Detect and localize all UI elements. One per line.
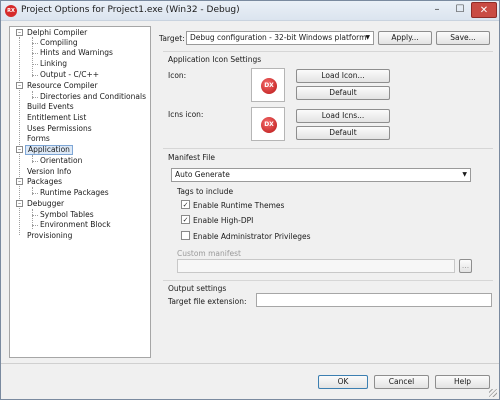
- tree-item-orientation[interactable]: Orientation: [38, 156, 84, 166]
- tree-item-uses-permissions[interactable]: Uses Permissions: [25, 124, 94, 134]
- default-icon-button[interactable]: Default: [296, 86, 390, 100]
- admin-privileges-label: Enable Administrator Privileges: [193, 232, 311, 241]
- manifest-title: Manifest File: [168, 153, 215, 162]
- target-select-value: Debug configuration - 32-bit Windows pla…: [190, 33, 367, 42]
- collapse-toggle[interactable]: –: [16, 178, 23, 185]
- target-ext-label: Target file extension:: [168, 297, 247, 306]
- load-icon-button[interactable]: Load Icon...: [296, 69, 390, 83]
- ok-button[interactable]: OK: [318, 375, 368, 389]
- tree-item-entitlement-list[interactable]: Entitlement List: [25, 113, 88, 123]
- default-icns-button[interactable]: Default: [296, 126, 390, 140]
- manifest-mode-select[interactable]: Auto Generate ▼: [171, 168, 471, 182]
- tree-item-provisioning[interactable]: Provisioning: [25, 231, 74, 241]
- tree-item-directories-conditionals[interactable]: Directories and Conditionals: [38, 92, 148, 102]
- tree-item-forms[interactable]: Forms: [25, 134, 52, 144]
- options-tree[interactable]: – Delphi Compiler Compiling Hints and Wa…: [9, 26, 151, 358]
- target-select[interactable]: Debug configuration - 32-bit Windows pla…: [186, 31, 374, 45]
- tree-item-delphi-compiler[interactable]: Delphi Compiler: [25, 28, 89, 38]
- title-bar[interactable]: RX Project Options for Project1.exe (Win…: [1, 1, 499, 21]
- high-dpi-label: Enable High-DPI: [193, 216, 254, 225]
- target-label: Target:: [159, 34, 185, 43]
- icns-preview: DX: [251, 107, 285, 141]
- collapse-toggle[interactable]: –: [16, 200, 23, 207]
- dropdown-arrow-icon: ▼: [462, 171, 467, 178]
- tree-item-output-cpp[interactable]: Output - C/C++: [38, 70, 101, 80]
- tree-item-resource-compiler[interactable]: Resource Compiler: [25, 81, 100, 91]
- app-icon: RX: [5, 5, 17, 17]
- app-icon-preview: DX: [261, 78, 277, 94]
- tree-item-packages[interactable]: Packages: [25, 177, 64, 187]
- tree-item-runtime-packages[interactable]: Runtime Packages: [38, 188, 111, 198]
- browse-manifest-button[interactable]: ...: [459, 259, 472, 273]
- output-settings-title: Output settings: [168, 284, 227, 293]
- section-divider: [163, 280, 493, 281]
- runtime-themes-checkbox[interactable]: ✓: [181, 200, 190, 209]
- minimize-button[interactable]: –: [426, 2, 448, 18]
- tree-item-build-events[interactable]: Build Events: [25, 102, 76, 112]
- help-button[interactable]: Help: [435, 375, 490, 389]
- section-divider: [163, 148, 493, 149]
- maximize-button[interactable]: ☐: [449, 2, 471, 18]
- collapse-toggle[interactable]: –: [16, 146, 23, 153]
- custom-manifest-input[interactable]: [177, 259, 455, 273]
- icon-preview: DX: [251, 68, 285, 102]
- tree-line: [32, 209, 33, 229]
- admin-privileges-checkbox[interactable]: [181, 231, 190, 240]
- icon-settings-title: Application Icon Settings: [168, 55, 262, 64]
- close-button[interactable]: ✕: [471, 2, 497, 18]
- load-icns-button[interactable]: Load Icns...: [296, 109, 390, 123]
- window-title: Project Options for Project1.exe (Win32 …: [21, 5, 240, 15]
- footer: OK Cancel Help: [1, 364, 499, 399]
- tree-item-debugger[interactable]: Debugger: [25, 199, 66, 209]
- icon-label: Icon:: [168, 71, 187, 80]
- icns-label: Icns icon:: [168, 110, 204, 119]
- app-icns-preview: DX: [261, 117, 277, 133]
- resize-grip-icon[interactable]: [489, 389, 497, 397]
- tree-item-linking[interactable]: Linking: [38, 59, 69, 69]
- collapse-toggle[interactable]: –: [16, 29, 23, 36]
- apply-button[interactable]: Apply...: [378, 31, 432, 45]
- tree-item-version-info[interactable]: Version Info: [25, 167, 73, 177]
- tree-item-symbol-tables[interactable]: Symbol Tables: [38, 210, 96, 220]
- tree-item-hints-warnings[interactable]: Hints and Warnings: [38, 48, 115, 58]
- tree-item-environment-block[interactable]: Environment Block: [38, 220, 113, 230]
- project-options-window: RX Project Options for Project1.exe (Win…: [0, 0, 500, 400]
- manifest-mode-value: Auto Generate: [175, 170, 230, 179]
- tree-item-application[interactable]: Application: [25, 145, 73, 155]
- section-divider: [163, 51, 493, 52]
- tags-title: Tags to include: [177, 187, 234, 196]
- cancel-button[interactable]: Cancel: [374, 375, 429, 389]
- save-button[interactable]: Save...: [436, 31, 490, 45]
- runtime-themes-label: Enable Runtime Themes: [193, 201, 285, 210]
- target-ext-input[interactable]: [256, 293, 492, 307]
- custom-manifest-label: Custom manifest: [177, 249, 241, 258]
- tree-item-compiling[interactable]: Compiling: [38, 38, 80, 48]
- dropdown-arrow-icon: ▼: [365, 34, 370, 41]
- collapse-toggle[interactable]: –: [16, 82, 23, 89]
- high-dpi-checkbox[interactable]: ✓: [181, 215, 190, 224]
